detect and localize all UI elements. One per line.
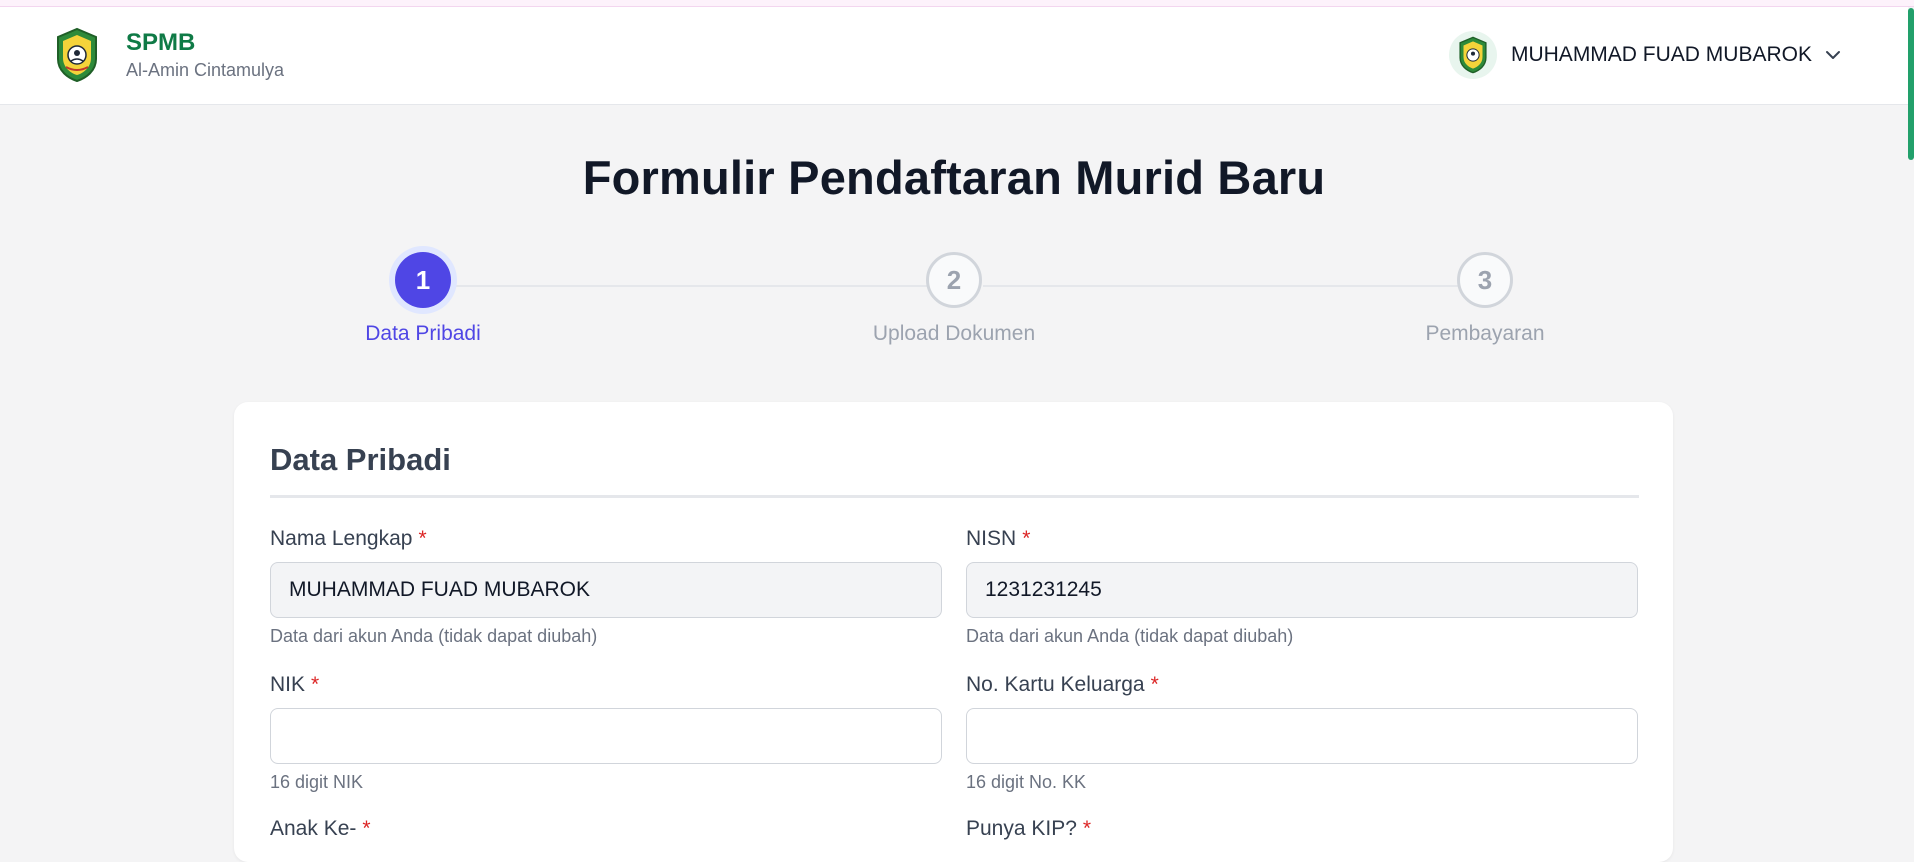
field-label: Nama Lengkap <box>270 527 413 550</box>
brand-subtitle: Al-Amin Cintamulya <box>126 60 285 80</box>
field-label: NIK <box>270 673 306 696</box>
required-marker: * <box>1082 817 1092 840</box>
school-crest-icon <box>57 27 97 83</box>
field-label: No. Kartu Keluarga <box>966 673 1145 696</box>
field-hint: 16 digit No. KK <box>966 772 1087 792</box>
brand[interactable]: SPMB Al-Amin Cintamulya <box>52 27 284 83</box>
user-name: MUHAMMAD FUAD MUBAROK <box>1510 43 1812 66</box>
section-title: Data Pribadi <box>270 442 451 477</box>
required-marker: * <box>1150 673 1159 696</box>
required-marker: * <box>418 527 427 550</box>
section-divider <box>270 495 1639 498</box>
brand-title: SPMB <box>126 29 196 56</box>
progress-stepper: 1 Data Pribadi 2 Upload Dokumen 3 Pembay… <box>0 252 1908 362</box>
step-number: 2 <box>926 252 982 308</box>
scrollbar-thumb[interactable] <box>1908 8 1914 160</box>
step-label: Pembayaran <box>1425 322 1545 345</box>
field-no-kartu-keluarga: No. Kartu Keluarga * 16 digit No. KK <box>966 672 1638 793</box>
field-nama-lengkap: Nama Lengkap* Data dari akun Anda (tidak… <box>270 526 942 647</box>
page-title: Formulir Pendaftaran Murid Baru <box>582 151 1326 204</box>
app-header: SPMB Al-Amin Cintamulya MUHAMMAD FUAD MU… <box>0 7 1908 105</box>
field-label: Anak Ke- <box>270 817 357 840</box>
field-anak-ke: Anak Ke- * <box>270 816 942 842</box>
user-menu[interactable]: MUHAMMAD FUAD MUBAROK <box>1448 31 1842 79</box>
field-punya-kip: Punya KIP? * <box>966 816 1638 842</box>
no-kk-input[interactable] <box>966 708 1638 764</box>
avatar <box>1448 31 1497 79</box>
required-marker: * <box>311 673 320 696</box>
step-pembayaran[interactable]: 3 Pembayaran <box>1335 252 1635 346</box>
field-hint: 16 digit NIK <box>270 772 364 792</box>
school-crest-icon <box>1459 36 1487 74</box>
nama-lengkap-input[interactable] <box>270 562 942 618</box>
field-hint: Data dari akun Anda (tidak dapat diubah) <box>966 626 1294 646</box>
top-accent-bar <box>0 0 1914 7</box>
step-label: Data Pribadi <box>365 322 481 345</box>
form-card: Data Pribadi Nama Lengkap* Data dari aku… <box>234 402 1673 862</box>
field-label: Punya KIP? <box>966 817 1077 840</box>
required-marker: * <box>362 817 371 840</box>
step-data-pribadi[interactable]: 1 Data Pribadi <box>273 252 573 346</box>
chevron-down-icon <box>1826 51 1840 59</box>
required-marker: * <box>1022 527 1031 550</box>
field-nik: NIK * 16 digit NIK <box>270 672 942 793</box>
field-nisn: NISN* Data dari akun Anda (tidak dapat d… <box>966 526 1638 647</box>
step-label: Upload Dokumen <box>872 322 1036 345</box>
field-hint: Data dari akun Anda (tidak dapat diubah) <box>270 626 598 646</box>
step-number: 1 <box>395 252 451 308</box>
nisn-input[interactable] <box>966 562 1638 618</box>
field-label: NISN <box>966 527 1017 550</box>
step-upload-dokumen[interactable]: 2 Upload Dokumen <box>804 252 1104 346</box>
step-number: 3 <box>1457 252 1513 308</box>
nik-input[interactable] <box>270 708 942 764</box>
